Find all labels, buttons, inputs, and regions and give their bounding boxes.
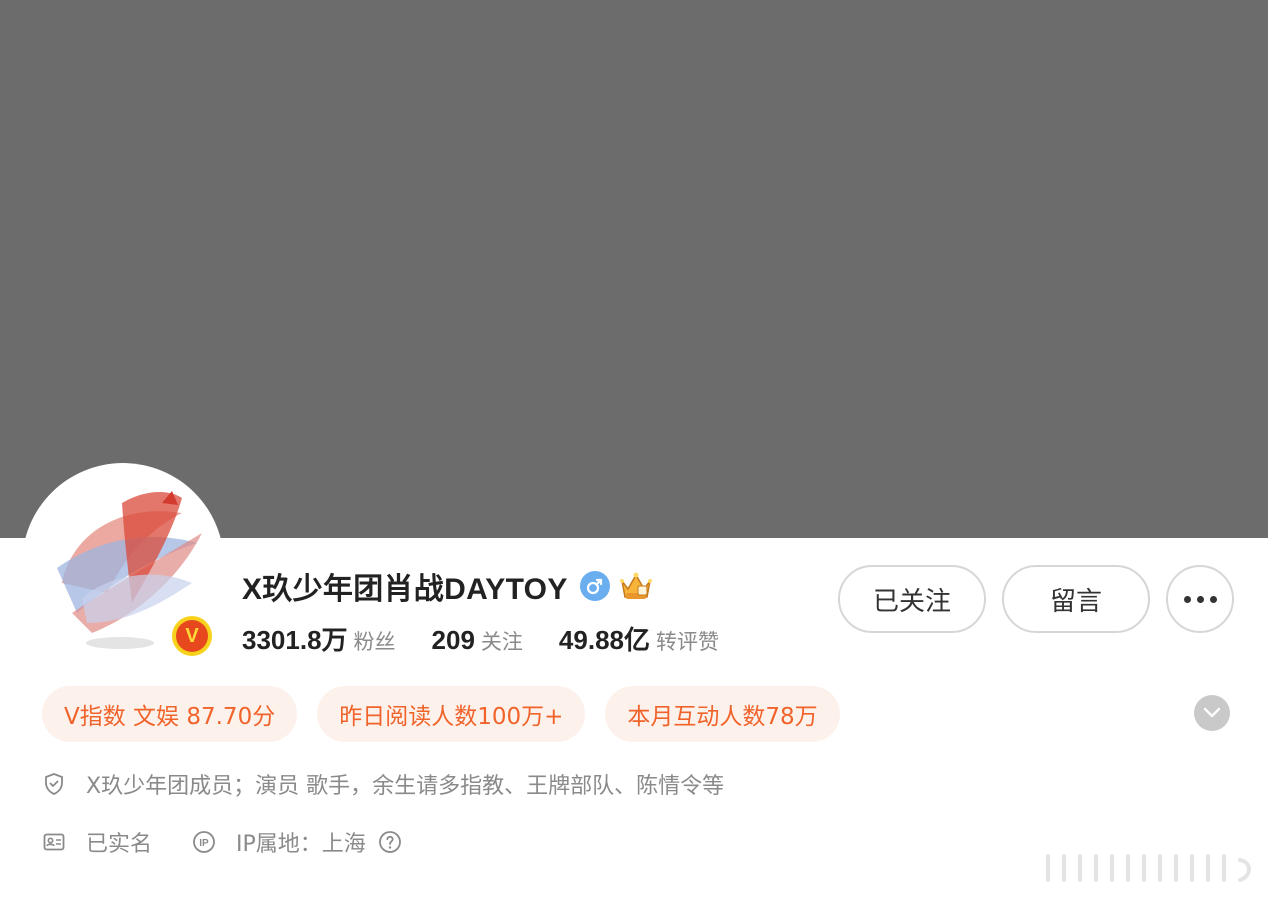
stat-following-label: 关注 [480, 630, 523, 654]
expand-button[interactable] [1194, 695, 1230, 731]
question-icon[interactable] [378, 830, 402, 854]
more-options-button[interactable] [1166, 565, 1234, 633]
tag-v-index[interactable]: V指数 文娱 87.70分 [42, 686, 298, 742]
ip-icon: IP [193, 831, 215, 853]
profile-name: X玖少年团肖战DAYTOY [242, 573, 568, 606]
stat-following-value: 209 [431, 625, 475, 655]
profile-tags: V指数 文娱 87.70分 昨日阅读人数100万+ 本月互动人数78万 [42, 686, 840, 742]
bio-text: X玖少年团成员；演员 歌手，余生请多指教、王牌部队、陈情令等 [86, 774, 725, 799]
meta-row: 已实名 IP IP属地：上海 [42, 826, 402, 858]
cover-banner [0, 0, 1268, 538]
stat-fans-label: 粉丝 [353, 630, 396, 654]
realname-text: 已实名 [86, 832, 153, 857]
verified-badge-icon: V [172, 616, 212, 656]
following-button[interactable]: 已关注 [838, 565, 986, 633]
stat-interactions-value: 49.88亿 [558, 625, 650, 655]
male-icon [579, 571, 610, 601]
stat-following[interactable]: 209 关注 [432, 625, 523, 656]
svg-text:IP: IP [199, 838, 209, 849]
tag-monthly-interactions[interactable]: 本月互动人数78万 [605, 686, 840, 742]
chevron-down-icon [1203, 707, 1221, 718]
id-card-icon [43, 833, 65, 851]
ip-location-text: IP属地：上海 [236, 832, 366, 857]
stat-fans[interactable]: 3301.8万 粉丝 [242, 620, 396, 657]
name-row: X玖少年团肖战DAYTOY [242, 566, 654, 606]
message-button[interactable]: 留言 [1002, 565, 1150, 633]
more-icon [1183, 595, 1217, 603]
bio-row: X玖少年团成员；演员 歌手，余生请多指教、王牌部队、陈情令等 [42, 768, 724, 800]
profile-stats: 3301.8万 粉丝 209 关注 49.88亿 转评赞 [242, 620, 755, 660]
verified-badge-letter: V [176, 620, 208, 652]
stat-interactions: 49.88亿 转评赞 [559, 620, 719, 657]
shield-icon [45, 773, 63, 795]
stat-fans-value: 3301.8万 [242, 625, 348, 655]
member-crown-icon[interactable] [618, 569, 654, 603]
tag-daily-readers[interactable]: 昨日阅读人数100万+ [317, 686, 586, 742]
stat-interactions-label: 转评赞 [656, 630, 719, 654]
watermark-icon [1046, 854, 1251, 882]
